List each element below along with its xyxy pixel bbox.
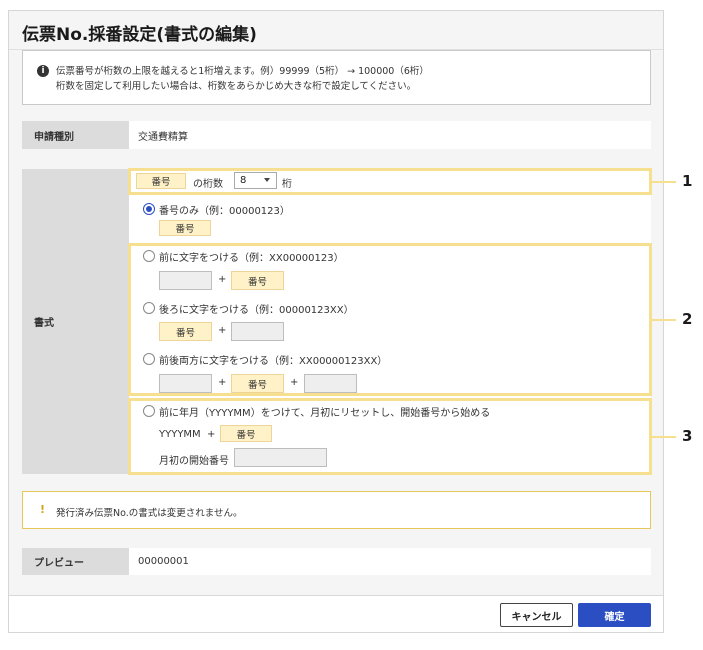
highlight-box-1	[128, 168, 652, 195]
cancel-button[interactable]: キャンセル	[500, 603, 573, 627]
request-type-label: 申請種別	[22, 121, 129, 149]
callout-number-3: 3	[682, 427, 693, 445]
callout-line-1	[652, 181, 676, 183]
info-line-1: 伝票番号が桁数の上限を越えると1桁増えます。例）99999（5桁） → 1000…	[56, 66, 429, 77]
info-line-2: 桁数を固定して利用したい場合は、桁数をあらかじめ大きな桁で設定してください。	[56, 81, 417, 92]
preview-label: プレビュー	[22, 548, 129, 575]
callout-line-2	[652, 319, 676, 321]
confirm-button[interactable]: 確定	[578, 603, 651, 627]
callout-line-3	[652, 436, 676, 438]
warning-text: 発行済み伝票No.の書式は変更されません。	[56, 508, 243, 519]
preview-value: 00000001	[129, 548, 651, 575]
highlight-box-2	[128, 243, 652, 396]
exclamation-icon: !	[40, 503, 46, 516]
callout-number-2: 2	[682, 310, 693, 328]
info-icon: i	[37, 65, 49, 77]
request-type-value: 交通費精算	[129, 121, 651, 149]
callout-number-1: 1	[682, 172, 693, 190]
radio-number-only[interactable]	[143, 203, 155, 215]
number-chip: 番号	[159, 220, 211, 236]
highlight-box-3	[128, 398, 652, 475]
dialog-title: 伝票No.採番設定(書式の編集)	[22, 25, 257, 45]
format-label: 書式	[22, 169, 129, 474]
option-number-only-label[interactable]: 番号のみ（例：00000123）	[159, 202, 290, 217]
